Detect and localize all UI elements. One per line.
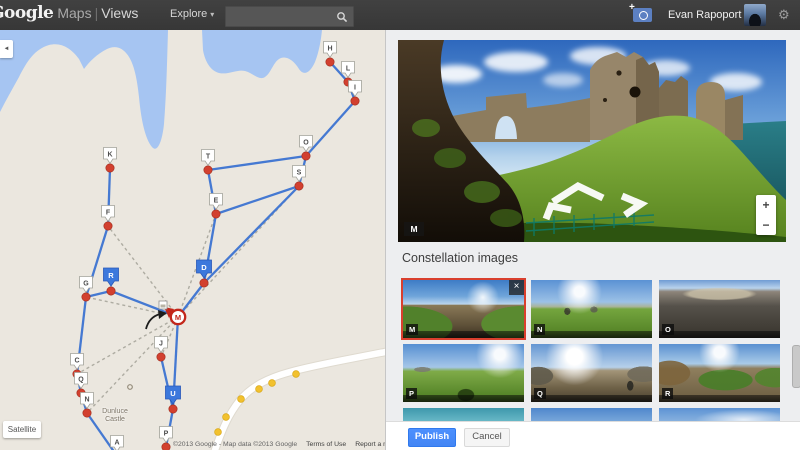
svg-text:I: I bbox=[354, 85, 356, 92]
cancel-button[interactable]: Cancel bbox=[464, 428, 510, 447]
panorama-viewer[interactable] bbox=[398, 40, 786, 242]
photosphere-dot-R[interactable] bbox=[106, 286, 116, 296]
svg-text:L: L bbox=[346, 66, 351, 73]
svg-text:A: A bbox=[114, 440, 119, 447]
logo-maps: Maps bbox=[57, 5, 92, 21]
satellite-toggle-button[interactable]: Satellite bbox=[3, 421, 41, 438]
user-name[interactable]: Evan Rapoport bbox=[668, 9, 741, 21]
search-input[interactable] bbox=[230, 8, 334, 25]
thumbnail-p[interactable]: P bbox=[403, 344, 524, 402]
terms-of-use-link[interactable]: Terms of Use bbox=[306, 441, 346, 448]
publish-button[interactable]: Publish bbox=[408, 428, 456, 447]
svg-text:O: O bbox=[303, 140, 309, 147]
panorama-scene bbox=[398, 40, 786, 242]
close-icon[interactable]: × bbox=[509, 280, 524, 295]
constellation-images-heading: Constellation images bbox=[402, 251, 519, 265]
google-maps-views-logo[interactable]: GoogleMaps|Views bbox=[0, 3, 138, 23]
top-navigation-bar: GoogleMaps|Views Explore▾ + Evan Rapopor… bbox=[0, 0, 800, 30]
photosphere-dot-T[interactable] bbox=[203, 165, 213, 175]
photosphere-dot-S[interactable] bbox=[294, 181, 304, 191]
thumbnail-letter-badge: R bbox=[662, 388, 674, 399]
thumbnail-row-3-partial bbox=[403, 408, 780, 421]
photosphere-dot-E[interactable] bbox=[211, 209, 221, 219]
panel-scrollbar[interactable] bbox=[792, 345, 800, 388]
action-footer: Publish Cancel bbox=[386, 421, 800, 450]
poi-label-dunluce-castle[interactable]: Dunluce Castle bbox=[92, 408, 138, 425]
camera-lens-icon bbox=[638, 11, 648, 20]
logo-views: Views bbox=[101, 5, 139, 21]
map-copyright: ©2013 Google - Map data ©2013 Google bbox=[173, 441, 298, 448]
logo-divider: | bbox=[94, 5, 99, 21]
chevron-down-icon: ▾ bbox=[210, 10, 215, 19]
thumbnail-partial[interactable] bbox=[659, 408, 780, 421]
thumbnail-letter-badge: M bbox=[406, 324, 419, 335]
collapse-panel-arrow-icon[interactable]: ◄ bbox=[0, 40, 13, 58]
photosphere-dot-P[interactable] bbox=[161, 442, 171, 450]
app-window: GoogleMaps|Views Explore▾ + Evan Rapopor… bbox=[0, 0, 800, 450]
thumbnail-row-2: P Q R bbox=[403, 344, 780, 402]
svg-text:F: F bbox=[106, 210, 111, 217]
explore-menu[interactable]: Explore ▾ bbox=[170, 8, 214, 20]
svg-text:Q: Q bbox=[78, 377, 84, 384]
photosphere-dot-I[interactable] bbox=[350, 96, 360, 106]
svg-text:K: K bbox=[107, 152, 112, 159]
svg-text:T: T bbox=[206, 154, 211, 161]
svg-text:N: N bbox=[84, 397, 89, 404]
mini-thumbnail-icon bbox=[158, 300, 168, 310]
photosphere-dot-F[interactable] bbox=[103, 221, 113, 231]
thumbnail-partial[interactable] bbox=[403, 408, 524, 421]
svg-text:U: U bbox=[170, 389, 175, 398]
poi-dot-icon[interactable] bbox=[127, 384, 133, 390]
plus-icon: + bbox=[629, 2, 635, 13]
svg-text:M: M bbox=[175, 313, 181, 322]
photosphere-dot-N[interactable] bbox=[82, 408, 92, 418]
svg-text:G: G bbox=[83, 281, 89, 288]
thumbnail-o[interactable]: O bbox=[659, 280, 780, 338]
map-land bbox=[0, 30, 385, 450]
svg-text:J: J bbox=[159, 341, 163, 348]
photosphere-dot-D[interactable] bbox=[199, 278, 209, 288]
photosphere-dot-J[interactable] bbox=[156, 352, 166, 362]
thumbnail-partial[interactable] bbox=[531, 408, 652, 421]
pano-zoom-control: + − bbox=[756, 195, 776, 235]
thumbnail-letter-badge: P bbox=[406, 388, 418, 399]
photosphere-dot-K[interactable] bbox=[105, 163, 115, 173]
svg-text:C: C bbox=[74, 358, 79, 365]
constellation-map[interactable]: H L I O T S E K F G R D M C Q N A J U P bbox=[0, 30, 385, 450]
photosphere-dot-H[interactable] bbox=[325, 57, 335, 67]
svg-text:S: S bbox=[297, 170, 302, 177]
zoom-out-button[interactable]: − bbox=[756, 215, 776, 235]
thumbnail-r[interactable]: R bbox=[659, 344, 780, 402]
zoom-in-button[interactable]: + bbox=[756, 195, 776, 215]
photosphere-dot-O[interactable] bbox=[301, 151, 311, 161]
svg-text:P: P bbox=[164, 431, 169, 438]
search-box[interactable] bbox=[225, 6, 354, 27]
map-water-east-bay bbox=[202, 30, 322, 79]
svg-text:H: H bbox=[327, 46, 332, 53]
svg-text:E: E bbox=[214, 198, 219, 205]
thumbnail-row-1: M × N O bbox=[401, 278, 780, 340]
gear-icon[interactable]: ⚙ bbox=[778, 7, 790, 23]
search-icon[interactable] bbox=[336, 11, 348, 23]
logo-google: Google bbox=[0, 3, 54, 23]
photosphere-dot-G[interactable] bbox=[81, 292, 91, 302]
thumbnail-letter-badge: Q bbox=[534, 388, 546, 399]
photosphere-dot-U[interactable] bbox=[168, 404, 178, 414]
thumbnail-m[interactable]: M × bbox=[401, 278, 526, 340]
explore-label: Explore bbox=[170, 8, 208, 20]
map-canvas[interactable]: H L I O T S E K F G R D M C Q N A J U P Dunluce Castle bbox=[0, 30, 385, 450]
thumbnail-n[interactable]: N bbox=[531, 280, 652, 338]
avatar[interactable] bbox=[744, 4, 766, 26]
svg-text:R: R bbox=[108, 271, 114, 280]
add-photosphere-camera-icon[interactable]: + bbox=[629, 2, 652, 22]
svg-text:D: D bbox=[201, 263, 207, 272]
thumbnail-letter-badge: N bbox=[534, 324, 546, 335]
thumbnail-letter-badge: O bbox=[662, 324, 674, 335]
pano-selected-letter-badge: M bbox=[404, 222, 424, 236]
panel-divider bbox=[385, 30, 386, 450]
map-attribution: ©2013 Google - Map data ©2013 Google Term… bbox=[173, 441, 413, 448]
thumbnail-q[interactable]: Q bbox=[531, 344, 652, 402]
